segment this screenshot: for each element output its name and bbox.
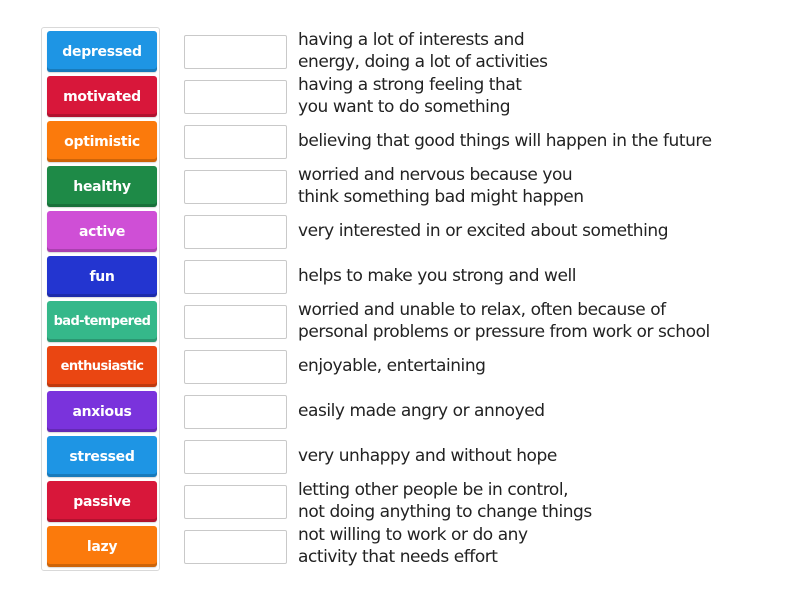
answer-drop-slot[interactable] <box>184 485 287 519</box>
definition-text: having a strong feeling that you want to… <box>298 74 522 117</box>
answer-drop-slot[interactable] <box>184 80 287 114</box>
match-up-activity: depressed motivated optimistic healthy activ… <box>0 0 800 600</box>
definition-text: having a lot of interests and energy, do… <box>298 29 548 72</box>
definition-text: helps to make you strong and well <box>298 265 577 286</box>
definition-text: letting other people be in control, not … <box>298 479 592 522</box>
word-tile[interactable]: bad-tempered <box>47 301 157 342</box>
definition-text: worried and unable to relax, often becau… <box>298 299 710 342</box>
definition-text: believing that good things will happen i… <box>298 130 712 151</box>
word-tile[interactable]: healthy <box>47 166 157 207</box>
answer-drop-slot[interactable] <box>184 35 287 69</box>
answer-drop-slot[interactable] <box>184 125 287 159</box>
definition-text: worried and nervous because you think so… <box>298 164 584 207</box>
word-tile[interactable]: active <box>47 211 157 252</box>
word-tile[interactable]: anxious <box>47 391 157 432</box>
answer-drop-slot[interactable] <box>184 305 287 339</box>
answer-drop-slot[interactable] <box>184 215 287 249</box>
word-tile[interactable]: fun <box>47 256 157 297</box>
answer-drop-slot[interactable] <box>184 170 287 204</box>
definition-text: easily made angry or annoyed <box>298 400 545 421</box>
definition-text: very interested in or excited about some… <box>298 220 669 241</box>
answer-drop-slot[interactable] <box>184 260 287 294</box>
word-tile[interactable]: lazy <box>47 526 157 567</box>
answer-drop-slot[interactable] <box>184 530 287 564</box>
definition-text: not willing to work or do any activity t… <box>298 524 528 567</box>
answer-drop-slot[interactable] <box>184 350 287 384</box>
word-tile[interactable]: enthusiastic <box>47 346 157 387</box>
word-tile[interactable]: motivated <box>47 76 157 117</box>
answer-drop-slot[interactable] <box>184 395 287 429</box>
answer-drop-slot[interactable] <box>184 440 287 474</box>
definition-text: very unhappy and without hope <box>298 445 557 466</box>
word-tile[interactable]: stressed <box>47 436 157 477</box>
word-tile[interactable]: depressed <box>47 31 157 72</box>
word-tile[interactable]: optimistic <box>47 121 157 162</box>
word-bank: depressed motivated optimistic healthy activ… <box>41 27 160 571</box>
definition-text: enjoyable, entertaining <box>298 355 486 376</box>
word-tile[interactable]: passive <box>47 481 157 522</box>
